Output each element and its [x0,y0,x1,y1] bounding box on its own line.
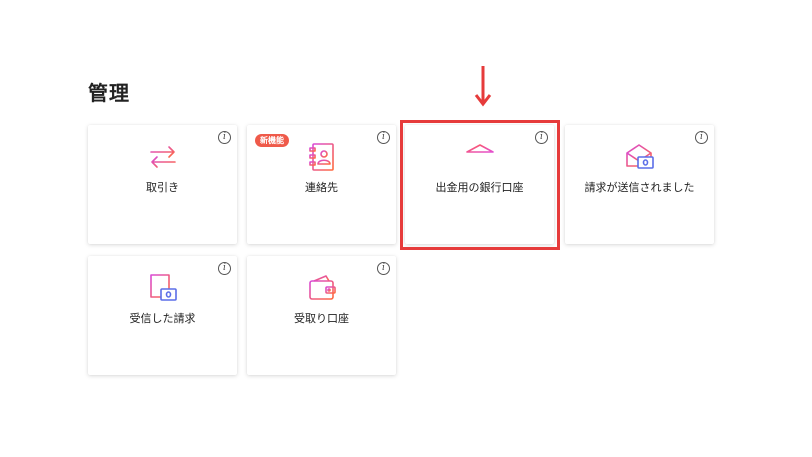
card-label: 受信した請求 [129,312,196,325]
page-title: 管理 [88,81,130,105]
card-sent-invoices[interactable]: i 請求が送信されました [565,125,714,244]
card-received-invoices[interactable]: i 受信した請求 [88,256,237,375]
card-contacts[interactable]: 新機能 i 連絡先 [247,125,396,244]
pointer-arrow-icon [473,64,493,108]
card-receiving-account[interactable]: i 受取り口座 [247,256,396,375]
info-icon[interactable]: i [695,131,708,144]
info-icon[interactable]: i [218,262,231,275]
wallet-icon [306,272,338,304]
card-label: 請求が送信されました [584,181,695,194]
info-icon[interactable]: i [377,262,390,275]
info-icon[interactable]: i [218,131,231,144]
transfer-arrows-icon [147,141,179,173]
card-transactions[interactable]: i 取引き [88,125,237,244]
new-feature-badge: 新機能 [255,134,289,147]
sent-invoice-envelope-icon [624,141,656,173]
card-label: 取引き [146,181,179,194]
info-icon[interactable]: i [377,131,390,144]
received-invoice-icon [147,272,179,304]
contact-book-icon [306,141,338,173]
card-label: 受取り口座 [294,312,349,325]
card-label: 連絡先 [305,181,338,194]
highlight-box [400,120,560,250]
